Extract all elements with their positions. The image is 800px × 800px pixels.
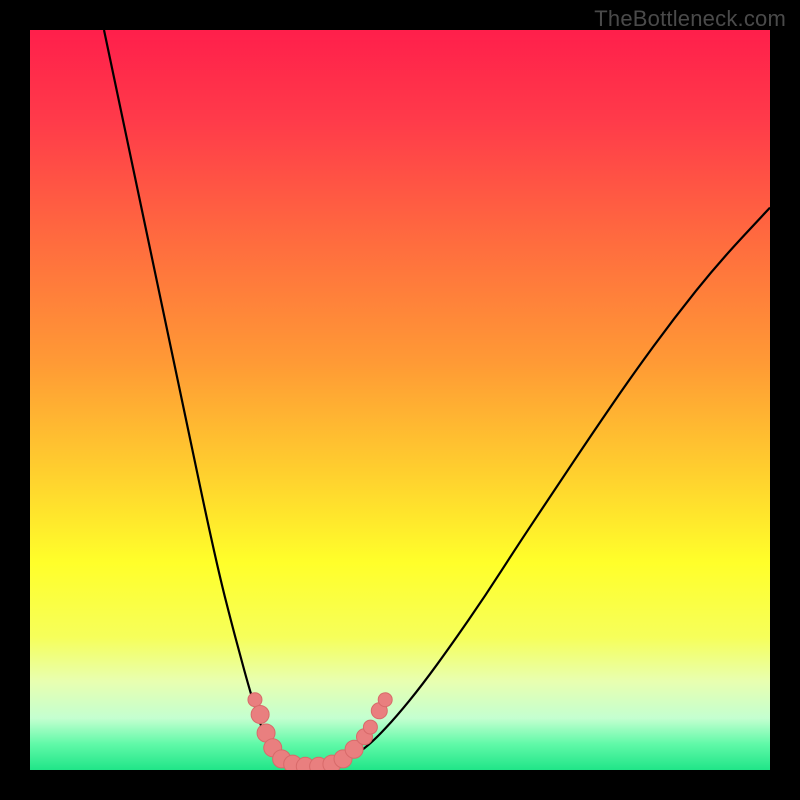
data-marker — [248, 693, 262, 707]
watermark-text: TheBottleneck.com — [594, 6, 786, 32]
plot-area — [30, 30, 770, 770]
data-marker — [251, 706, 269, 724]
chart-frame: TheBottleneck.com — [0, 0, 800, 800]
bottleneck-curve — [104, 30, 770, 766]
marker-group — [248, 693, 392, 770]
data-marker — [363, 720, 377, 734]
curve-layer — [30, 30, 770, 770]
data-marker — [378, 693, 392, 707]
